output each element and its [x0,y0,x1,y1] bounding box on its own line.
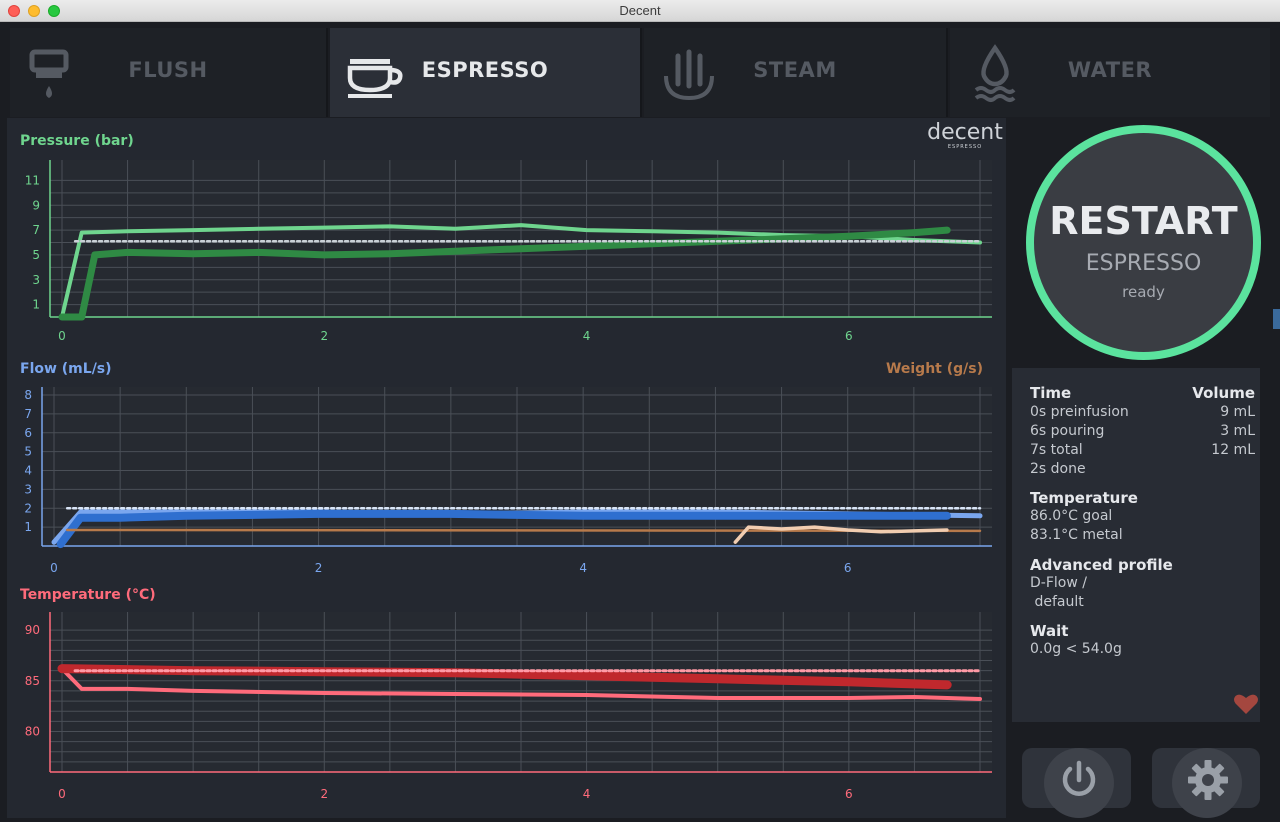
tab-espresso[interactable]: ESPRESSO [330,28,642,117]
logo-text: decent [927,120,1003,145]
x-tick-label: 0 [58,329,66,343]
settings-button[interactable] [1152,748,1260,818]
y-tick-label: 7 [24,407,32,421]
gear-icon [1188,760,1228,800]
y-tick-label: 80 [25,724,40,738]
x-tick-label: 6 [845,787,853,801]
chart-2: Temperature (°C) 80 85 90 0 2 4 6 [20,587,992,801]
y-tick-label: 5 [24,445,32,459]
restart-state: ready [1122,283,1165,301]
y-tick-label: 9 [32,198,40,212]
x-tick-label: 2 [320,329,328,343]
restart-subtitle: ESPRESSO [1085,251,1202,276]
time-header: Time [1030,384,1072,402]
chart-title: Pressure (bar) [20,133,134,149]
tab-steam[interactable]: STEAM [644,28,948,117]
y-tick-label: 7 [32,223,40,237]
temperature-goal: 86.0°C goal [1030,508,1113,524]
chart-title: Temperature (°C) [20,587,156,603]
profile-line-2[interactable]: default [1030,594,1083,610]
volume-row-total: 12 mL [1211,442,1255,458]
app-root: FLUSH ESPRESSO STEAM WATER Pressure (bar… [0,22,1280,822]
time-row-total: 7s total [1030,442,1083,458]
y-tick-label: 90 [25,623,40,637]
volume-row-pouring: 3 mL [1220,423,1255,439]
power-button[interactable] [1022,748,1131,818]
logo-subtext: ESPRESSO [948,144,982,150]
tab-espresso-label: ESPRESSO [421,58,549,82]
temperature-metal: 83.1°C metal [1030,527,1123,543]
x-tick-label: 6 [845,329,853,343]
x-tick-label: 2 [320,787,328,801]
window-titlebar: Decent [0,0,1280,22]
shot-charts: Pressure (bar) 1 3 5 7 9 11 0 2 4 6 Flow (mL/s) Weig… [20,120,1003,801]
y-tick-label: 4 [24,464,32,478]
volume-header: Volume [1192,384,1255,402]
y-tick-label: 1 [32,298,40,312]
mode-tabs: FLUSH ESPRESSO STEAM WATER [10,28,1270,117]
chart-title: Flow (mL/s) [20,361,112,377]
shot-stats-panel [1012,368,1260,722]
profile-line-1[interactable]: D-Flow / [1030,575,1087,591]
x-tick-label: 0 [58,787,66,801]
restart-espresso-button[interactable]: RESTART ESPRESSO ready [1026,125,1261,360]
chart-0: Pressure (bar) 1 3 5 7 9 11 0 2 4 6 [20,133,992,343]
decent-logo: decent ESPRESSO [927,120,1003,150]
tab-flush-label: FLUSH [128,58,208,82]
wait-header: Wait [1030,622,1069,640]
restart-title: RESTART [1049,199,1238,243]
y-tick-label: 8 [24,388,32,402]
x-tick-label: 4 [583,329,591,343]
time-row-preinfusion: 0s preinfusion [1030,404,1129,420]
heart-icon[interactable] [1233,693,1259,715]
side-scroll-indicator[interactable] [1273,309,1280,329]
charts-panel: Pressure (bar) 1 3 5 7 9 11 0 2 4 6 Flow (mL/s) Weig… [7,118,1006,818]
chart-1: Flow (mL/s) Weight (g/s) 1 2 3 4 5 6 7 8 0 2 4 6 [20,361,992,575]
x-tick-label: 4 [583,787,591,801]
y-tick-label: 11 [25,173,40,187]
time-row-pouring: 6s pouring [1030,423,1105,439]
tab-steam-label: STEAM [753,58,837,82]
volume-row-preinfusion: 9 mL [1220,404,1255,420]
tab-water[interactable]: WATER [950,28,1270,117]
y-tick-label: 6 [24,426,32,440]
tab-water-label: WATER [1067,58,1153,82]
tab-flush[interactable]: FLUSH [10,28,328,117]
x-tick-label: 6 [844,561,852,575]
y-tick-label: 2 [24,501,32,515]
y-tick-label: 3 [24,482,32,496]
y-tick-label: 1 [24,520,32,534]
y-tick-label: 5 [32,248,40,262]
power-icon [1062,760,1096,796]
chart-y2-label: Weight (g/s) [886,361,983,377]
profile-header: Advanced profile [1030,556,1173,574]
x-tick-label: 2 [315,561,323,575]
time-row-done: 2s done [1030,461,1086,477]
wait-value: 0.0g < 54.0g [1030,641,1122,657]
x-tick-label: 0 [50,561,58,575]
y-tick-label: 85 [25,674,40,688]
window-title: Decent [619,3,661,18]
y-tick-label: 3 [32,273,40,287]
x-tick-label: 4 [579,561,587,575]
temperature-header: Temperature [1030,489,1138,507]
